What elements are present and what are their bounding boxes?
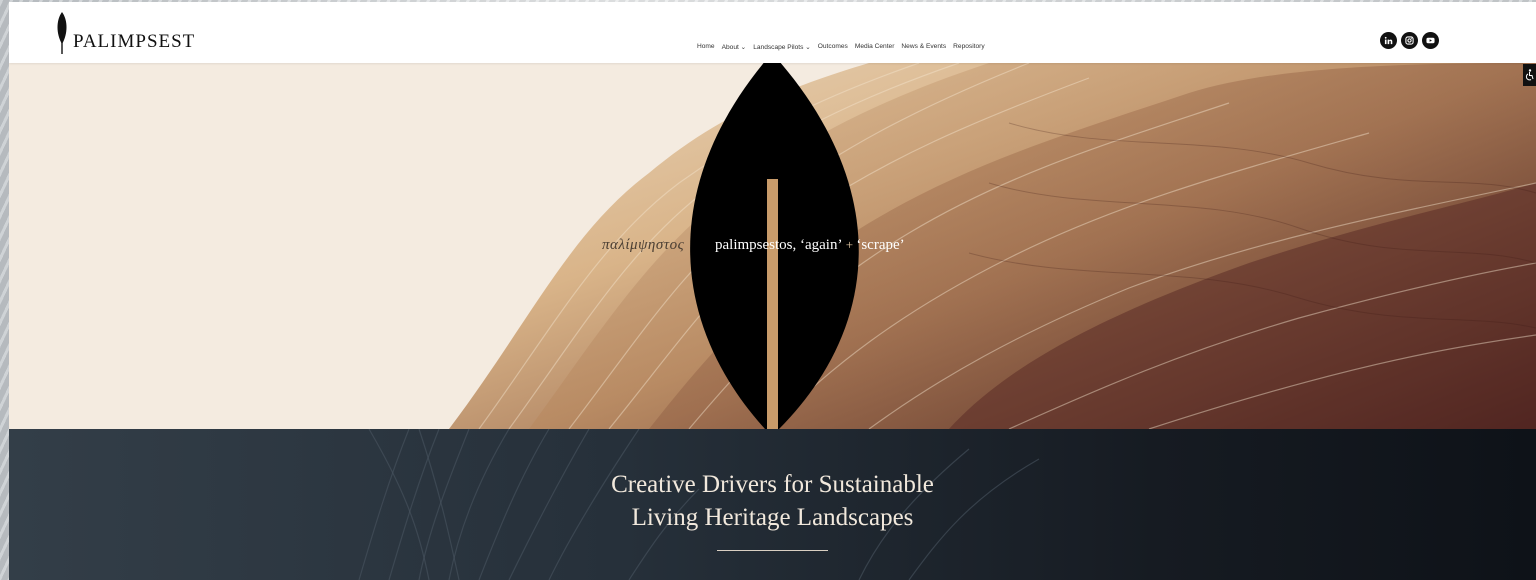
- accessibility-button[interactable]: [1523, 64, 1536, 86]
- site-frame: PALIMPSEST Home About ⌄ Landscape Pilots…: [9, 2, 1536, 580]
- headline-line-1: Creative Drivers for Sustainable: [611, 471, 934, 498]
- tagline-greek: παλίμψηστος: [602, 237, 685, 253]
- brand-name: PALIMPSEST: [73, 31, 196, 52]
- tagline-english: palimpsestos, ‘again’ + ‘scrape’: [715, 237, 905, 254]
- nav-item-home[interactable]: Home: [697, 43, 715, 51]
- band-headline: Creative Drivers for Sustainable Living …: [9, 468, 1536, 534]
- nav-item-repository[interactable]: Repository: [953, 43, 985, 51]
- site-logo[interactable]: PALIMPSEST: [55, 12, 195, 54]
- tagline-english-part1: palimpsestos, ‘again’: [715, 237, 843, 253]
- nav-item-landscape-pilots[interactable]: Landscape Pilots ⌄: [753, 43, 811, 51]
- social-links: [1380, 32, 1439, 49]
- tagline-english-part2: ‘scrape’: [856, 237, 905, 253]
- linkedin-icon[interactable]: [1380, 32, 1397, 49]
- nav-item-outcomes[interactable]: Outcomes: [818, 43, 848, 51]
- nav-item-media-center[interactable]: Media Center: [855, 43, 895, 51]
- main-nav: Home About ⌄ Landscape Pilots ⌄ Outcomes…: [697, 43, 985, 51]
- site-header: PALIMPSEST Home About ⌄ Landscape Pilots…: [9, 2, 1536, 63]
- headline-line-2: Living Heritage Landscapes: [631, 504, 914, 531]
- tagline-plus: +: [842, 237, 857, 252]
- youtube-icon[interactable]: [1422, 32, 1439, 49]
- hero-section: παλίμψηστος palimpsestos, ‘again’ + ‘scr…: [9, 63, 1536, 429]
- accessibility-icon: [1525, 69, 1534, 81]
- nav-item-news-events[interactable]: News & Events: [901, 43, 946, 51]
- headline-divider: [717, 550, 828, 551]
- mission-band: Creative Drivers for Sustainable Living …: [9, 429, 1536, 580]
- feather-leaf-icon: [57, 12, 67, 54]
- instagram-icon[interactable]: [1401, 32, 1418, 49]
- nav-item-about[interactable]: About ⌄: [722, 43, 747, 51]
